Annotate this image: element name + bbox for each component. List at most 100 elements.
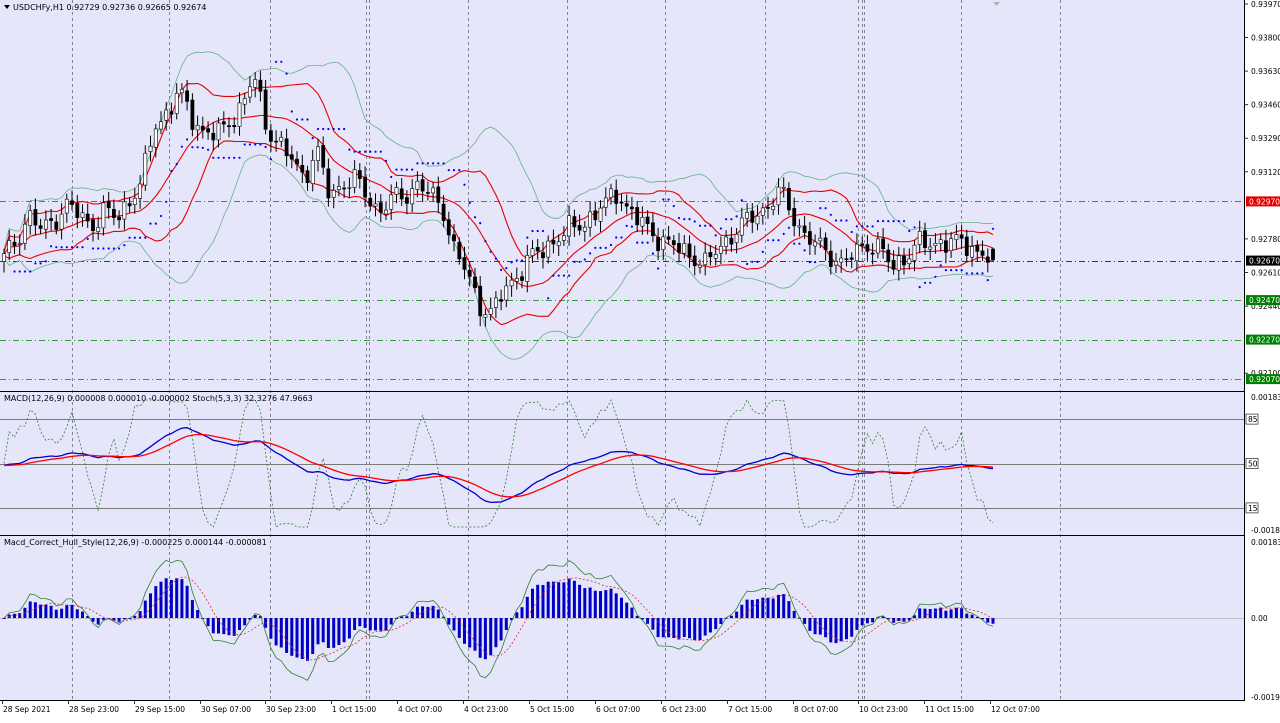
candle-body bbox=[703, 252, 708, 266]
candle-body bbox=[253, 79, 258, 88]
hull-histogram-bar bbox=[321, 618, 325, 643]
psar-dot bbox=[725, 218, 728, 221]
psar-dot bbox=[128, 236, 131, 239]
hull-axis-label: 0.00 bbox=[1251, 614, 1268, 623]
hull-histogram-bar bbox=[939, 607, 943, 618]
candle-body bbox=[425, 192, 430, 194]
candle-body bbox=[896, 255, 901, 271]
psar-dot bbox=[751, 260, 754, 263]
psar-dot bbox=[484, 240, 487, 243]
psar-dot bbox=[667, 198, 670, 201]
psar-dot bbox=[144, 236, 147, 239]
candle-body bbox=[12, 241, 17, 246]
hull-histogram-bar bbox=[646, 618, 650, 624]
psar-dot bbox=[709, 224, 712, 227]
chart-canvas[interactable]: USDCHFy,H1 0.92729 0.92736 0.92665 0.926… bbox=[0, 0, 1280, 718]
candle-body bbox=[593, 210, 598, 221]
hull-histogram-bar bbox=[933, 608, 937, 618]
psar-dot bbox=[604, 246, 607, 249]
psar-dot bbox=[939, 264, 942, 267]
psar-dot bbox=[641, 241, 644, 244]
candle-body bbox=[954, 234, 959, 240]
candle-body bbox=[902, 255, 906, 266]
hull-histogram-bar bbox=[138, 611, 142, 618]
candle-body bbox=[645, 216, 650, 224]
psar-dot bbox=[81, 246, 84, 249]
hull-histogram-bar bbox=[405, 616, 409, 618]
candle-body bbox=[708, 252, 713, 258]
psar-dot bbox=[950, 269, 953, 272]
psar-dot bbox=[50, 245, 53, 248]
candle-body bbox=[750, 210, 755, 223]
candle-body bbox=[64, 198, 69, 214]
hull-histogram-bar bbox=[211, 618, 215, 634]
candle-body bbox=[106, 201, 111, 209]
hull-histogram-bar bbox=[238, 618, 241, 630]
hull-histogram-bar bbox=[316, 618, 320, 645]
candle-body bbox=[493, 297, 498, 308]
hull-histogram-bar bbox=[2, 618, 6, 619]
candle-body bbox=[860, 243, 865, 246]
hull-histogram-bar bbox=[295, 618, 299, 658]
candle-body bbox=[692, 255, 697, 267]
candle-body bbox=[739, 217, 744, 236]
price-label: 0.93800 bbox=[1251, 34, 1280, 43]
psar-dot bbox=[91, 247, 95, 250]
candle-body bbox=[650, 222, 655, 237]
psar-dot bbox=[468, 201, 471, 205]
psar-dot bbox=[364, 150, 367, 153]
hull-histogram-bar bbox=[164, 578, 168, 618]
candle-body bbox=[410, 188, 415, 205]
candle-body bbox=[289, 154, 294, 160]
hull-histogram-bar bbox=[65, 604, 69, 618]
candle-body bbox=[985, 256, 990, 263]
hull-histogram-bar bbox=[306, 618, 309, 661]
candle-body bbox=[148, 145, 153, 152]
candle-body bbox=[436, 186, 441, 203]
psar-dot bbox=[803, 249, 806, 252]
hull-histogram-bar bbox=[28, 601, 32, 618]
hull-histogram-bar bbox=[572, 580, 576, 618]
candle-body bbox=[305, 170, 310, 183]
psar-dot bbox=[494, 257, 497, 260]
psar-dot bbox=[55, 246, 58, 249]
candle-body bbox=[598, 207, 603, 222]
psar-dot bbox=[332, 127, 335, 131]
psar-dot bbox=[411, 168, 414, 171]
psar-dot bbox=[756, 260, 759, 263]
candle-body bbox=[928, 246, 933, 250]
hull-histogram-bar bbox=[677, 618, 681, 640]
hull-histogram-bar bbox=[290, 618, 294, 656]
psar-dot bbox=[29, 270, 32, 273]
main-title-group: USDCHFy,H1 0.92729 0.92736 0.92665 0.926… bbox=[4, 3, 206, 12]
hull-histogram-bar bbox=[300, 618, 304, 659]
psar-dot bbox=[227, 156, 231, 159]
psar-dot bbox=[887, 220, 890, 223]
psar-dot bbox=[343, 127, 346, 131]
candle-body bbox=[828, 250, 833, 267]
hull-histogram-bar bbox=[185, 585, 189, 618]
candle-body bbox=[164, 109, 169, 121]
psar-dot bbox=[845, 219, 848, 222]
hull-histogram-bar bbox=[531, 588, 534, 618]
candle-body bbox=[499, 299, 504, 302]
price-label: 0.93290 bbox=[1251, 134, 1280, 143]
psar-dot bbox=[714, 234, 717, 237]
hull-histogram-bar bbox=[70, 604, 74, 618]
candle-body bbox=[734, 233, 739, 243]
psar-dot bbox=[191, 146, 194, 149]
candle-body bbox=[582, 226, 587, 232]
candle-body bbox=[745, 212, 750, 219]
candle-body bbox=[33, 209, 38, 226]
hull-histogram-bar bbox=[133, 615, 137, 618]
hull-histogram-bar bbox=[374, 618, 377, 631]
psar-dot bbox=[133, 236, 136, 239]
psar-dot bbox=[568, 274, 571, 277]
psar-dot bbox=[44, 260, 48, 263]
psar-dot bbox=[416, 162, 419, 165]
psar-dot bbox=[882, 220, 885, 223]
hull-histogram-bar bbox=[169, 580, 173, 618]
psar-dot bbox=[944, 269, 948, 272]
trading-chart[interactable]: USDCHFy,H1 0.92729 0.92736 0.92665 0.926… bbox=[0, 0, 1280, 718]
hull-histogram-bar bbox=[918, 608, 922, 618]
